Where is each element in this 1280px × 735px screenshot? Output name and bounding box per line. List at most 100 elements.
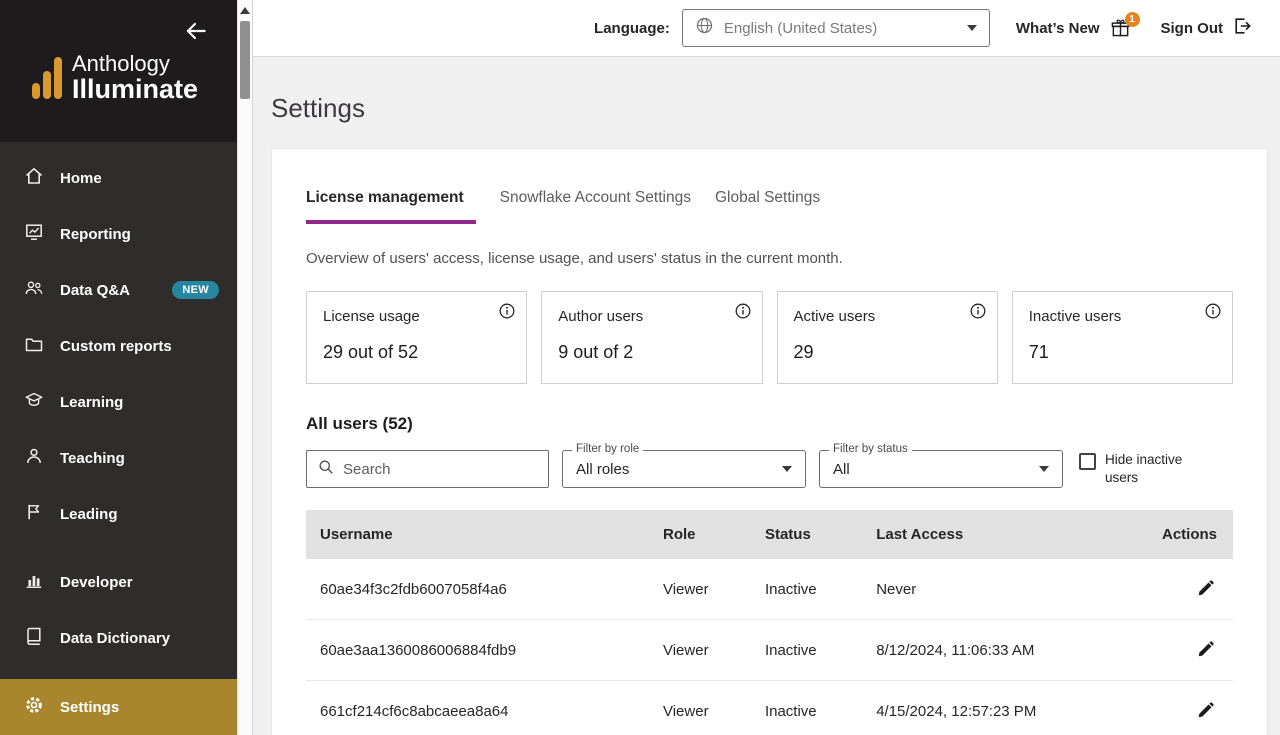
- sidebar-item-data-qa[interactable]: Data Q&A NEW: [0, 262, 237, 318]
- stat-label: Author users: [558, 308, 644, 325]
- home-icon: [24, 166, 44, 190]
- people-icon: [24, 278, 44, 302]
- sidebar-item-reporting[interactable]: Reporting: [0, 206, 237, 262]
- globe-icon: [695, 16, 714, 40]
- username-cell: 60ae34f3c2fdb6007058f4a6: [306, 559, 649, 620]
- chevron-down-icon: [782, 466, 792, 472]
- language-label: Language:: [594, 19, 670, 37]
- last-access-cell: 8/12/2024, 11:06:33 AM: [862, 619, 1141, 681]
- filter-by-role-select[interactable]: Filter by role All roles: [562, 443, 806, 488]
- sidebar-item-label: Data Dictionary: [60, 629, 171, 647]
- notification-badge: 1: [1124, 11, 1140, 27]
- col-header-username: Username: [320, 526, 393, 543]
- sidebar-item-label: Leading: [60, 505, 118, 523]
- filter-by-status-select[interactable]: Filter by status All: [819, 443, 1063, 488]
- sign-out-button[interactable]: Sign Out: [1161, 16, 1253, 40]
- sidebar-item-settings[interactable]: Settings: [0, 679, 237, 735]
- stat-value: 71: [1028, 342, 1049, 362]
- language-select[interactable]: English (United States): [681, 9, 990, 47]
- sidebar-item-data-dictionary[interactable]: Data Dictionary: [0, 610, 237, 666]
- sidebar-item-developer[interactable]: Developer: [0, 554, 237, 610]
- settings-panel: License management Snowflake Account Set…: [271, 148, 1268, 735]
- tab-global-settings[interactable]: Global Settings: [715, 189, 820, 224]
- edit-user-button[interactable]: [1195, 638, 1217, 660]
- sidebar-item-learning[interactable]: Learning: [0, 374, 237, 430]
- sidebar-item-leading[interactable]: Leading: [0, 486, 237, 542]
- stat-cards: License usage 29 out of 52 Author users …: [306, 291, 1233, 384]
- main-content: Settings License management Snowflake Ac…: [253, 57, 1280, 735]
- scroll-up-arrow[interactable]: [240, 7, 250, 14]
- overview-text: Overview of users' access, license usage…: [306, 250, 843, 267]
- stat-label: Active users: [793, 308, 876, 325]
- whats-new-label: What’s New: [1015, 19, 1100, 37]
- chevron-down-icon: [1039, 466, 1049, 472]
- sidebar-collapse-button[interactable]: [183, 18, 209, 47]
- table-header-row: Username Role Status Last Access Actions: [306, 510, 1233, 559]
- checkbox-label: Hide inactive users: [1105, 451, 1183, 485]
- anthology-logo-icon: [32, 57, 62, 103]
- folder-icon: [24, 334, 44, 358]
- page-title: Settings: [271, 93, 365, 123]
- sidebar-logo-block: Anthology Illuminate: [0, 0, 237, 142]
- logo-line1: Anthology: [72, 51, 170, 76]
- table-row: 60ae3aa1360086006884fdb9 Viewer Inactive…: [306, 619, 1233, 681]
- role-cell: Viewer: [648, 619, 751, 681]
- info-icon[interactable]: [735, 303, 751, 319]
- reporting-icon: [24, 222, 44, 246]
- chevron-down-icon: [966, 25, 977, 31]
- table-row: 661cf214cf6c8abcaeea8a64 Viewer Inactive…: [306, 680, 1233, 735]
- edit-user-button[interactable]: [1195, 577, 1217, 599]
- app-logo: Anthology Illuminate: [32, 52, 217, 103]
- topbar: Language: English (United States) What’s…: [253, 0, 1280, 57]
- all-users-heading: All users (52): [306, 414, 413, 433]
- tab-license-management[interactable]: License management: [306, 189, 476, 224]
- tab-snowflake-account-settings[interactable]: Snowflake Account Settings: [500, 189, 691, 224]
- sidebar-item-label: Reporting: [60, 225, 131, 243]
- status-cell: Inactive: [750, 680, 863, 735]
- whats-new-button[interactable]: What’s New 1: [1015, 11, 1140, 39]
- sidebar-item-custom-reports[interactable]: Custom reports: [0, 318, 237, 374]
- sidebar-item-label: Custom reports: [60, 337, 172, 355]
- language-value: English (United States): [723, 19, 878, 37]
- users-table: Username Role Status Last Access Actions…: [306, 510, 1233, 735]
- col-header-role: Role: [662, 526, 696, 543]
- last-access-cell: 4/15/2024, 12:57:23 PM: [862, 680, 1141, 735]
- last-access-cell: Never: [862, 559, 1141, 620]
- vertical-scrollbar[interactable]: [237, 0, 253, 735]
- new-badge: NEW: [172, 281, 219, 299]
- sign-out-label: Sign Out: [1160, 19, 1224, 37]
- stat-card-license-usage: License usage 29 out of 52: [306, 291, 528, 384]
- edit-user-button[interactable]: [1195, 699, 1217, 721]
- sidebar-item-label: Learning: [60, 393, 124, 411]
- sign-out-icon: [1232, 16, 1252, 40]
- info-icon[interactable]: [499, 303, 515, 319]
- search-input[interactable]: [343, 460, 537, 478]
- tabs: License management Snowflake Account Set…: [306, 189, 1233, 224]
- sidebar-nav: Home Reporting Data Q&A NEW Custom repor…: [0, 142, 237, 735]
- person-icon: [24, 446, 44, 470]
- stat-card-author-users: Author users 9 out of 2: [541, 291, 763, 384]
- checkbox-box[interactable]: [1079, 452, 1096, 470]
- filter-row: Filter by role All roles Filter by statu…: [306, 443, 1233, 488]
- sidebar-item-teaching[interactable]: Teaching: [0, 430, 237, 486]
- sidebar-item-label: Home: [60, 169, 102, 187]
- info-icon[interactable]: [970, 303, 986, 319]
- sidebar-item-label: Data Q&A: [60, 281, 131, 299]
- gear-icon: [24, 695, 44, 719]
- table-row: 60ae34f3c2fdb6007058f4a6 Viewer Inactive…: [306, 559, 1233, 620]
- scrollbar-thumb[interactable]: [240, 21, 250, 99]
- info-icon[interactable]: [1205, 303, 1221, 319]
- username-cell: 661cf214cf6c8abcaeea8a64: [306, 680, 649, 735]
- pencil-icon: [1197, 580, 1215, 600]
- hide-inactive-users-checkbox[interactable]: Hide inactive users: [1079, 451, 1199, 487]
- book-icon: [24, 626, 44, 650]
- sidebar-item-label: Settings: [60, 698, 120, 716]
- status-cell: Inactive: [750, 619, 863, 681]
- col-header-status: Status: [764, 526, 811, 543]
- sidebar-item-home[interactable]: Home: [0, 150, 237, 206]
- logo-line2: Illuminate: [72, 74, 199, 105]
- gift-icon: 1: [1110, 11, 1140, 39]
- role-cell: Viewer: [648, 559, 751, 620]
- stat-value: 29 out of 52: [323, 342, 419, 362]
- col-header-last-access: Last Access: [876, 526, 964, 543]
